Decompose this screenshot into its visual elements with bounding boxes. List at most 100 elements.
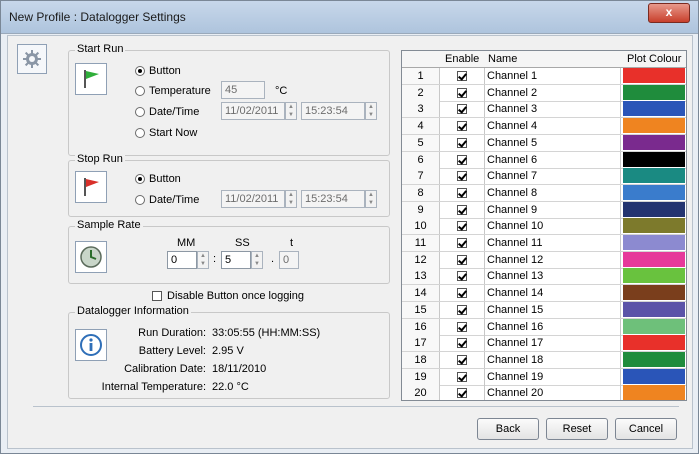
channel-name[interactable]: Channel 16 bbox=[485, 318, 621, 335]
enable-cell[interactable] bbox=[440, 368, 485, 385]
plot-colour-swatch[interactable] bbox=[623, 268, 685, 284]
table-row[interactable]: 2 Channel 2 bbox=[402, 84, 686, 102]
table-row[interactable]: 13 Channel 13 bbox=[402, 268, 686, 286]
enable-cell[interactable] bbox=[440, 335, 485, 352]
reset-button[interactable]: Reset bbox=[546, 418, 608, 440]
table-row[interactable]: 20 Channel 20 bbox=[402, 385, 686, 400]
table-row[interactable]: 16 Channel 16 bbox=[402, 318, 686, 336]
channel-name[interactable]: Channel 3 bbox=[485, 101, 621, 118]
stop-button-radio[interactable]: Button bbox=[135, 173, 181, 185]
enable-cell[interactable] bbox=[440, 151, 485, 168]
start-time-field[interactable]: 15:23:54 bbox=[301, 102, 365, 120]
enable-checkbox[interactable] bbox=[457, 104, 467, 115]
enable-cell[interactable] bbox=[440, 251, 485, 268]
enable-cell[interactable] bbox=[440, 68, 485, 84]
enable-checkbox[interactable] bbox=[457, 321, 467, 332]
stop-datetime-radio[interactable]: Date/Time bbox=[135, 194, 199, 206]
channel-name[interactable]: Channel 10 bbox=[485, 218, 621, 235]
plot-colour-swatch[interactable] bbox=[623, 101, 685, 117]
start-now-radio[interactable]: Start Now bbox=[135, 127, 197, 139]
enable-checkbox[interactable] bbox=[457, 221, 467, 232]
plot-colour-swatch[interactable] bbox=[623, 84, 685, 100]
plot-colour-swatch[interactable] bbox=[623, 184, 685, 200]
disable-button-checkbox[interactable]: Disable Button once logging bbox=[152, 290, 304, 302]
channel-name[interactable]: Channel 13 bbox=[485, 268, 621, 285]
stop-time-spinner[interactable]: ▲ ▼ bbox=[365, 190, 377, 208]
table-row[interactable]: 9 Channel 9 bbox=[402, 201, 686, 219]
plot-colour-swatch[interactable] bbox=[623, 351, 685, 367]
enable-checkbox[interactable] bbox=[457, 121, 467, 132]
start-temperature-field[interactable]: 45 bbox=[221, 81, 265, 99]
enable-cell[interactable] bbox=[440, 84, 485, 101]
table-row[interactable]: 10 Channel 10 bbox=[402, 218, 686, 236]
plot-colour-swatch[interactable] bbox=[623, 201, 685, 217]
enable-checkbox[interactable] bbox=[457, 288, 467, 299]
enable-checkbox[interactable] bbox=[457, 271, 467, 282]
enable-cell[interactable] bbox=[440, 268, 485, 285]
channel-name[interactable]: Channel 7 bbox=[485, 168, 621, 185]
plot-colour-swatch[interactable] bbox=[623, 335, 685, 351]
channel-name[interactable]: Channel 15 bbox=[485, 301, 621, 318]
table-row[interactable]: 18 Channel 18 bbox=[402, 351, 686, 369]
enable-checkbox[interactable] bbox=[457, 254, 467, 265]
enable-checkbox[interactable] bbox=[457, 171, 467, 182]
enable-checkbox[interactable] bbox=[457, 371, 467, 382]
table-row[interactable]: 17 Channel 17 bbox=[402, 335, 686, 353]
plot-colour-swatch[interactable] bbox=[623, 151, 685, 167]
start-time-spinner[interactable]: ▲ ▼ bbox=[365, 102, 377, 120]
table-row[interactable]: 4 Channel 4 bbox=[402, 118, 686, 136]
enable-cell[interactable] bbox=[440, 235, 485, 251]
table-row[interactable]: 15 Channel 15 bbox=[402, 301, 686, 319]
plot-colour-swatch[interactable] bbox=[623, 235, 685, 250]
enable-cell[interactable] bbox=[440, 318, 485, 335]
enable-cell[interactable] bbox=[440, 184, 485, 201]
table-row[interactable]: 19 Channel 19 bbox=[402, 368, 686, 386]
plot-colour-swatch[interactable] bbox=[623, 368, 685, 384]
enable-cell[interactable] bbox=[440, 301, 485, 318]
enable-cell[interactable] bbox=[440, 134, 485, 151]
plot-colour-swatch[interactable] bbox=[623, 68, 685, 83]
enable-checkbox[interactable] bbox=[457, 354, 467, 365]
close-button[interactable]: x bbox=[648, 3, 690, 23]
channel-name[interactable]: Channel 1 bbox=[485, 68, 621, 84]
enable-checkbox[interactable] bbox=[457, 388, 467, 399]
table-row[interactable]: 8 Channel 8 bbox=[402, 184, 686, 202]
channel-name[interactable]: Channel 6 bbox=[485, 151, 621, 168]
plot-colour-swatch[interactable] bbox=[623, 134, 685, 150]
channel-name[interactable]: Channel 4 bbox=[485, 118, 621, 135]
plot-colour-swatch[interactable] bbox=[623, 285, 685, 301]
cancel-button[interactable]: Cancel bbox=[615, 418, 677, 440]
channel-name[interactable]: Channel 5 bbox=[485, 134, 621, 151]
start-date-field[interactable]: 11/02/2011 bbox=[221, 102, 285, 120]
channel-name[interactable]: Channel 20 bbox=[485, 385, 621, 400]
enable-checkbox[interactable] bbox=[457, 87, 467, 98]
plot-colour-swatch[interactable] bbox=[623, 218, 685, 234]
seconds-input[interactable]: 5 bbox=[221, 251, 251, 269]
seconds-spinner[interactable]: ▲ ▼ bbox=[251, 251, 263, 269]
minutes-input[interactable]: 0 bbox=[167, 251, 197, 269]
table-row[interactable]: 1 Channel 1 bbox=[402, 68, 686, 85]
enable-checkbox[interactable] bbox=[457, 304, 467, 315]
channel-name[interactable]: Channel 11 bbox=[485, 235, 621, 251]
plot-colour-swatch[interactable] bbox=[623, 301, 685, 317]
stop-date-field[interactable]: 11/02/2011 bbox=[221, 190, 285, 208]
channel-name[interactable]: Channel 14 bbox=[485, 285, 621, 302]
table-row[interactable]: 12 Channel 12 bbox=[402, 251, 686, 269]
plot-colour-swatch[interactable] bbox=[623, 251, 685, 267]
channel-name[interactable]: Channel 19 bbox=[485, 368, 621, 385]
start-date-spinner[interactable]: ▲ ▼ bbox=[285, 102, 297, 120]
stop-time-field[interactable]: 15:23:54 bbox=[301, 190, 365, 208]
channel-name[interactable]: Channel 17 bbox=[485, 335, 621, 352]
enable-cell[interactable] bbox=[440, 101, 485, 118]
enable-cell[interactable] bbox=[440, 118, 485, 135]
plot-colour-swatch[interactable] bbox=[623, 168, 685, 184]
table-row[interactable]: 14 Channel 14 bbox=[402, 285, 686, 303]
plot-colour-swatch[interactable] bbox=[623, 118, 685, 134]
enable-cell[interactable] bbox=[440, 168, 485, 185]
table-row[interactable]: 5 Channel 5 bbox=[402, 134, 686, 152]
plot-colour-swatch[interactable] bbox=[623, 318, 685, 334]
channel-name[interactable]: Channel 8 bbox=[485, 184, 621, 201]
enable-checkbox[interactable] bbox=[457, 154, 467, 165]
enable-checkbox[interactable] bbox=[457, 338, 467, 349]
enable-checkbox[interactable] bbox=[457, 71, 467, 81]
